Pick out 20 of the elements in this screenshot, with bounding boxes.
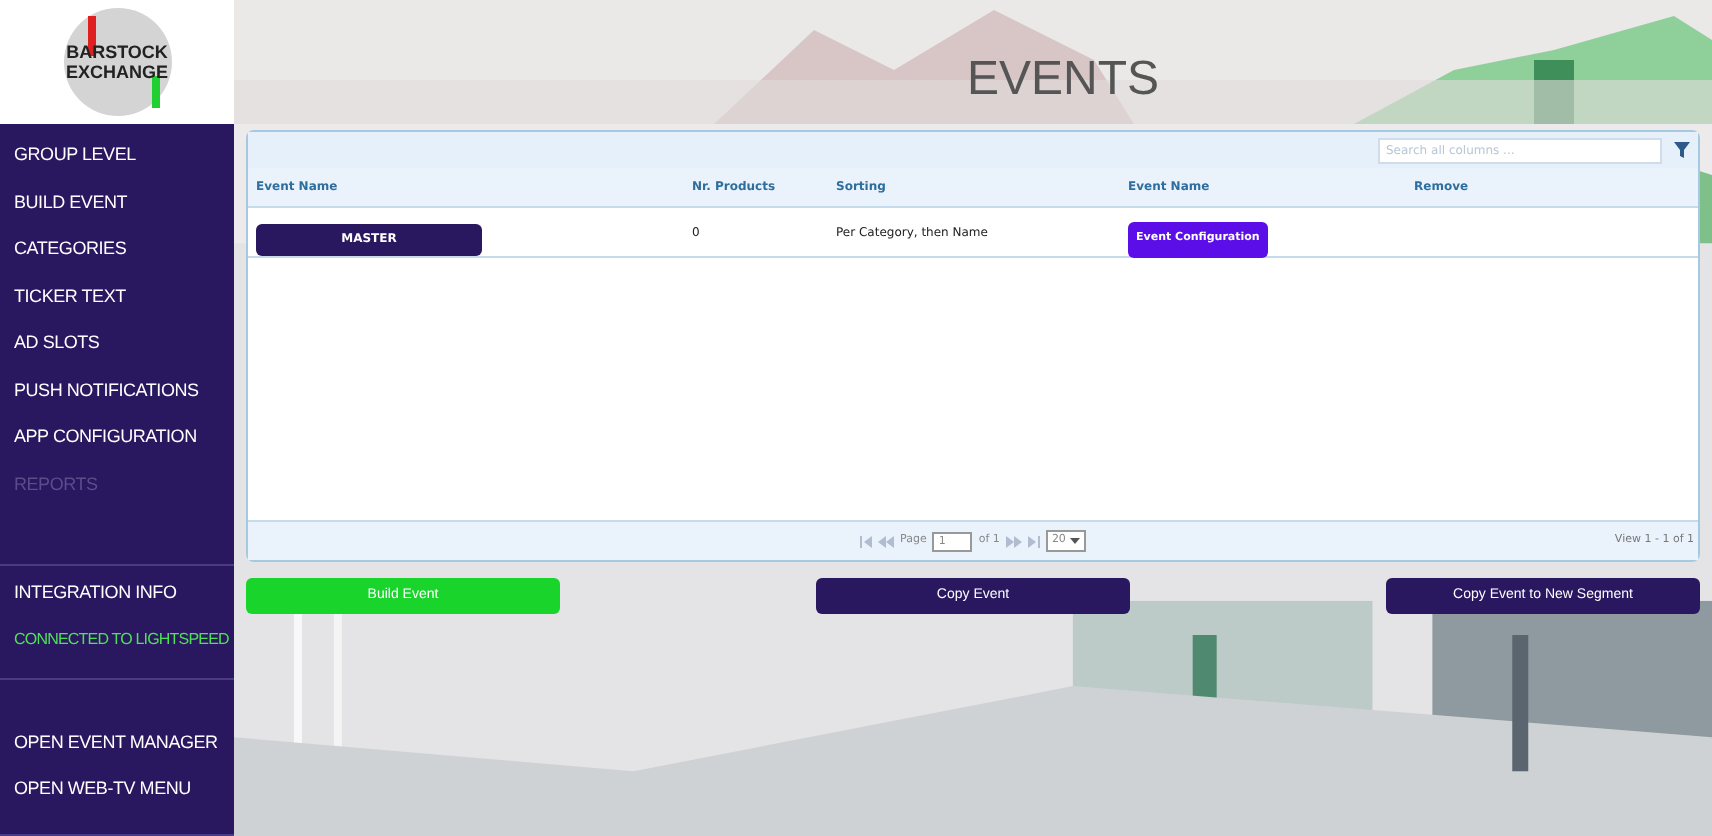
sidebar-item[interactable]: OPEN WEB-TV MENU xyxy=(0,770,234,809)
next-page-icon[interactable] xyxy=(1005,535,1022,547)
filter-icon[interactable] xyxy=(1674,142,1690,158)
sidebar-item[interactable]: BUILD EVENT xyxy=(0,183,234,222)
logo-text: EXCHANGE xyxy=(65,62,168,82)
sidebar-item[interactable]: PUSH NOTIFICATIONS xyxy=(0,371,234,410)
logo-text: BARSTOCK xyxy=(66,42,168,62)
previous-page-icon[interactable] xyxy=(878,535,895,547)
sidebar-item[interactable]: CATEGORIES xyxy=(0,230,234,269)
connection-status: CONNECTED TO LIGHTSPEED xyxy=(12,627,231,651)
chevron-down-icon xyxy=(1069,538,1080,544)
last-page-icon[interactable] xyxy=(1027,535,1040,547)
logo-drawing xyxy=(63,8,171,116)
sidebar-item[interactable]: AD SLOTS xyxy=(0,324,234,363)
sidebar-item[interactable]: GROUP LEVEL xyxy=(0,136,234,175)
sidebar-item[interactable]: INTEGRATION INFO xyxy=(0,574,234,613)
sidebar-item[interactable]: OPEN EVENT MANAGER xyxy=(0,723,234,762)
first-page-icon[interactable] xyxy=(860,535,873,547)
sidebar-item[interactable]: TICKER TEXT xyxy=(0,277,234,316)
sidebar-item[interactable]: APP CONFIGURATION xyxy=(0,418,234,457)
